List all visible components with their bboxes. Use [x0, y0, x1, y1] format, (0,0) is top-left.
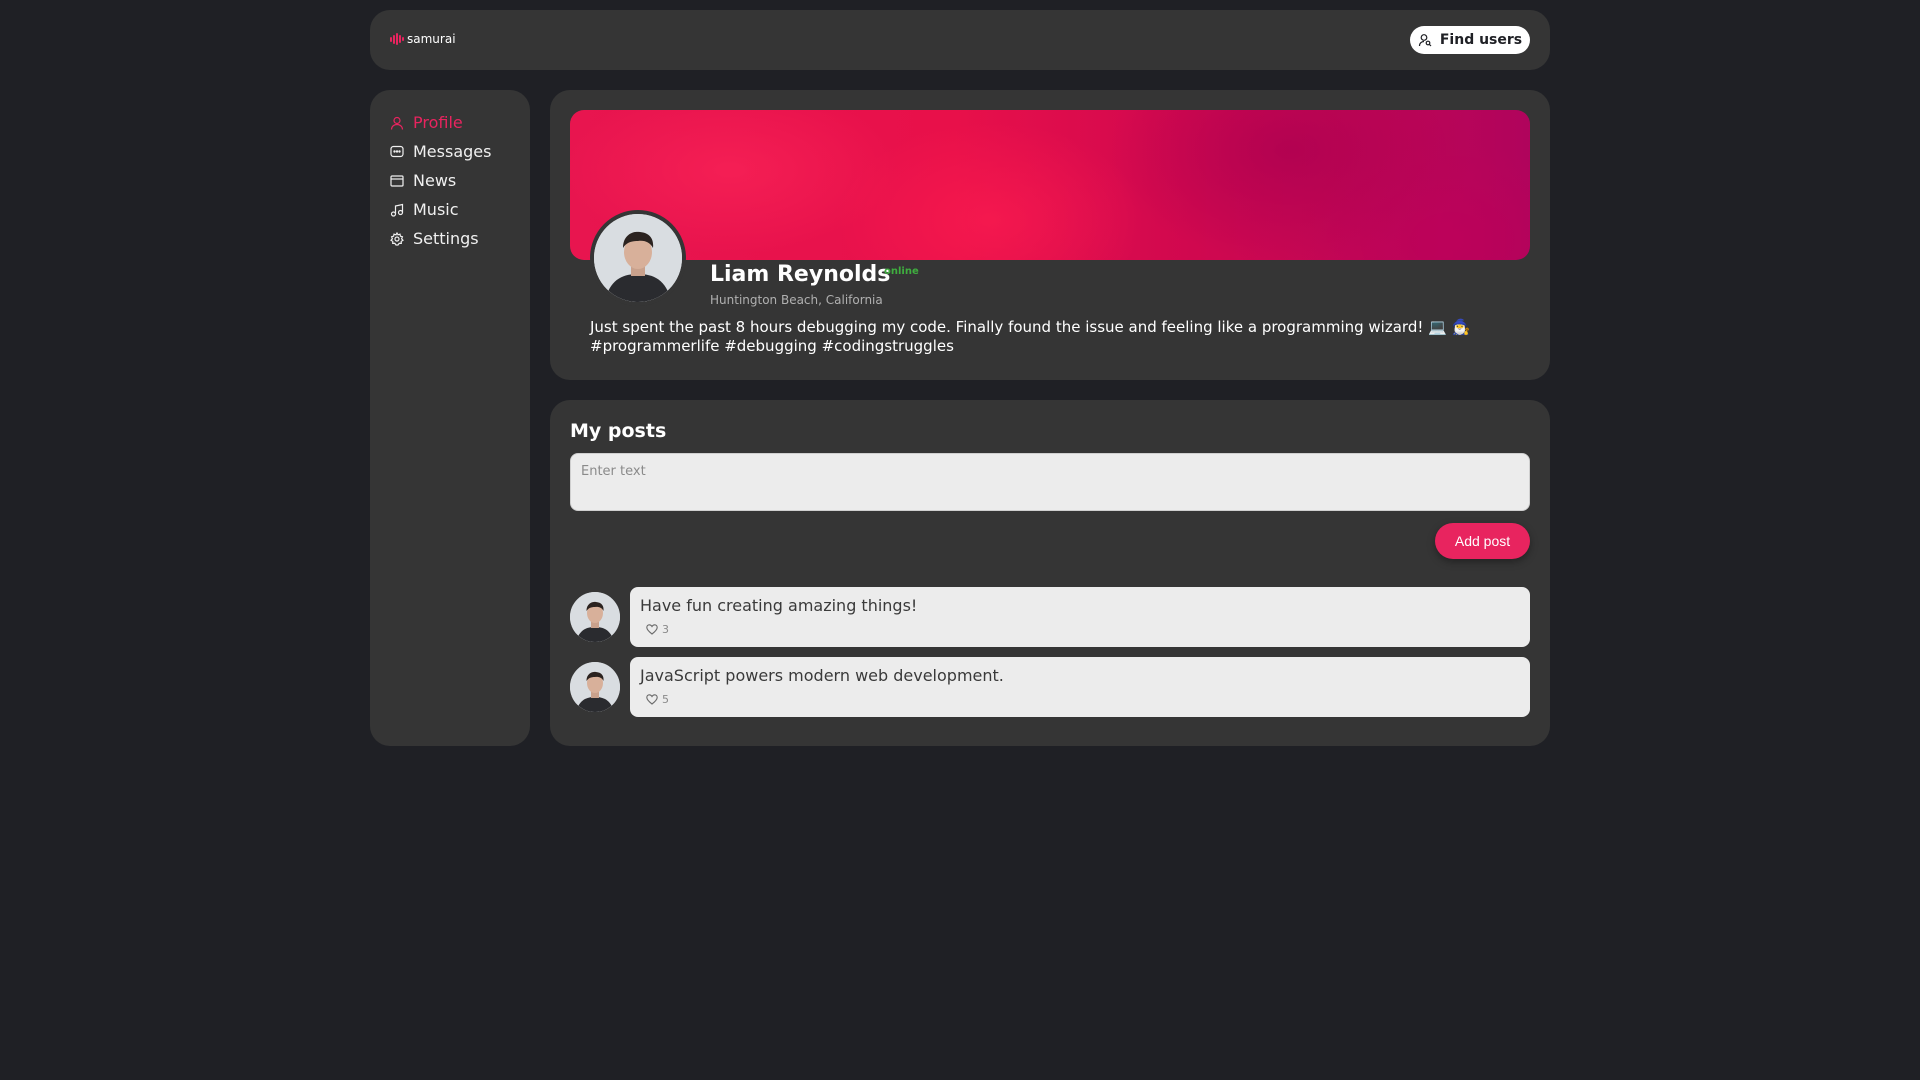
avatar[interactable]	[590, 210, 686, 306]
sidebar-item-label: Music	[413, 200, 459, 219]
top-header: samurai Find users	[370, 10, 1550, 70]
my-posts-card: My posts Add post Have fun creating amaz…	[550, 400, 1550, 746]
profile-name: Liam Reynolds	[710, 262, 891, 287]
user-icon	[390, 116, 404, 130]
gear-icon	[390, 231, 404, 246]
music-icon	[390, 203, 404, 217]
message-icon	[390, 145, 404, 157]
heart-icon	[646, 624, 658, 635]
post-bubble: Have fun creating amazing things! 3	[630, 587, 1530, 647]
heart-icon	[646, 694, 658, 705]
avatar-image	[570, 592, 620, 642]
list-item: Have fun creating amazing things! 3	[570, 587, 1530, 647]
post-bubble: JavaScript powers modern web development…	[630, 657, 1530, 717]
likes-count[interactable]: 3	[646, 623, 669, 636]
post-text: Have fun creating amazing things!	[640, 596, 918, 615]
sidebar-item-label: Profile	[413, 113, 463, 132]
post-avatar	[570, 592, 620, 642]
likes-count[interactable]: 5	[646, 693, 669, 706]
profile-card: Liam Reynolds online Huntington Beach, C…	[550, 90, 1550, 380]
new-post-input[interactable]	[570, 453, 1530, 511]
add-post-button[interactable]: Add post	[1435, 523, 1530, 559]
sidebar: Profile Messages News Music Settings	[370, 90, 530, 746]
avatar-image	[594, 214, 682, 302]
find-users-label: Find users	[1439, 32, 1523, 48]
list-item: JavaScript powers modern web development…	[570, 657, 1530, 717]
post-text: JavaScript powers modern web development…	[640, 666, 1004, 685]
user-search-icon	[1418, 34, 1432, 47]
sidebar-item-profile[interactable]: Profile	[370, 108, 530, 137]
avatar-image	[570, 662, 620, 712]
logo[interactable]: samurai	[390, 32, 456, 46]
likes-value: 3	[662, 623, 669, 636]
news-icon	[390, 174, 404, 187]
posts-title: My posts	[570, 420, 667, 442]
sidebar-item-news[interactable]: News	[370, 166, 530, 195]
profile-status-text: Just spent the past 8 hours debugging my…	[590, 318, 1471, 355]
sidebar-item-label: Settings	[413, 229, 479, 248]
find-users-button[interactable]: Find users	[1410, 26, 1530, 54]
profile-location: Huntington Beach, California	[710, 293, 883, 307]
sidebar-item-label: News	[413, 171, 457, 190]
sidebar-item-music[interactable]: Music	[370, 195, 530, 224]
likes-value: 5	[662, 693, 669, 706]
logo-icon	[390, 33, 404, 45]
profile-banner	[570, 110, 1530, 260]
post-avatar	[570, 662, 620, 712]
sidebar-item-label: Messages	[413, 142, 492, 161]
online-status-badge: online	[884, 266, 919, 277]
sidebar-item-messages[interactable]: Messages	[370, 137, 530, 166]
logo-text: samurai	[407, 32, 456, 46]
sidebar-item-settings[interactable]: Settings	[370, 224, 530, 253]
